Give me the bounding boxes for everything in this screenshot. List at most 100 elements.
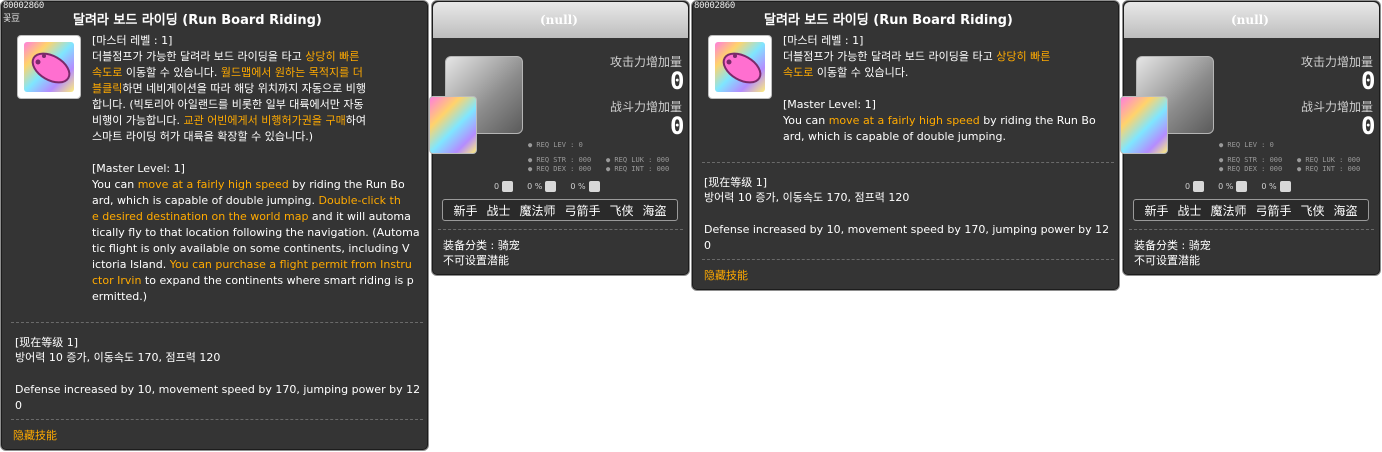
highlight-text: 블클릭 [92,82,123,95]
description-text: 스마트 라이딩 허가 대륙을 확장할 수 있습니다.) [92,130,314,143]
armor-icon [1236,181,1248,192]
description-text: 하면 네비게이션을 따라 해당 위치까지 자동으로 비행 [122,82,366,95]
highlight-text: 상당히 빠른 [996,50,1051,63]
equip-title: (null) [540,13,578,27]
skill-tooltip-1: 80002860 꽃豆 달려라 보드 라이딩 (Run Board Riding… [0,0,429,451]
req-int: ● REQ INT : 000 [1297,165,1361,173]
stat-icon-item: 0 % [1218,181,1248,192]
description-text: 더블점프가 가능한 달려라 보드 라이딩을 타고 [92,50,306,63]
highlight-text: Double-click th [318,194,401,207]
description-text: 합니다. (빅토리아 아일랜드를 비롯한 일부 대륙에서만 자동 [92,98,364,111]
skill-tooltip-2: 80002860 달려라 보드 라이딩 (Run Board Riding) [… [691,0,1120,291]
run-board-icon [24,42,74,92]
highlight-text: move at a fairly high speed [828,114,980,127]
job-beginner: 新手 [453,203,478,218]
highlight-text: e desired destination on the world map [92,210,309,223]
description-line: ermitted.) [92,289,422,305]
hidden-skill-label: 隐藏技能 [704,269,748,282]
description-line: tic flight is only available on some con… [92,241,422,257]
current-level-en-1: Defense increased by 10, movement speed … [15,383,421,396]
job-bar: 新手 战士 魔法师 弓箭手 飞侠 海盗 [442,199,678,221]
separator [1129,229,1374,230]
description-line: 더블점프가 가능한 달려라 보드 라이딩을 타고 상당히 빠른 [92,49,422,65]
highlight-text: You can purchase a flight permit from In… [169,258,412,271]
highlight-text: 속도로 [92,66,123,79]
current-level-kr: 방어력 10 증가, 이동속도 170, 점프력 120 [15,351,221,364]
attack-increase-value: 0 [670,67,685,95]
armor-icon [545,181,557,192]
equip-potential: 不可设置潜能 [443,254,509,267]
job-magician: 魔法师 [1210,203,1247,218]
job-archer: 弓箭手 [1255,203,1292,218]
run-board-overlay-icon [429,96,477,154]
hidden-skill-label: 隐藏技能 [13,429,57,442]
boot-icon [502,181,514,192]
current-level-en-2: 0 [15,399,22,412]
description-line: 더블점프가 가능한 달려라 보드 라이딩을 타고 상당히 빠른 [783,49,1113,65]
description-line: [Master Level: 1] [783,97,1113,113]
description-line: 스마트 라이딩 허가 대륙을 확장할 수 있습니다.) [92,129,422,145]
stat-icon-item: 0 [1185,181,1205,192]
highlight-text: 교관 어빈에게서 비행허가권을 구매 [183,114,346,127]
description-line: e desired destination on the world map a… [92,209,422,225]
description-line: ctor Irvin to expand the continents wher… [92,273,422,289]
power-increase-value: 0 [670,112,685,140]
equip-potential: 不可设置潜能 [1134,254,1200,267]
description-line: ard, which is capable of double jumping.… [92,193,422,209]
shield-icon [1279,181,1291,192]
req-luk: ● REQ LUK : 000 [1297,156,1361,164]
description-text: [마스터 레벨 : 1] [783,34,864,47]
req-dex: ● REQ DEX : 000 [1219,165,1283,173]
description-line: You can move at a fairly high speed by r… [92,177,422,193]
stat-icon-row: 0 0 % 0 % [1185,181,1291,192]
description-text: ermitted.) [92,290,148,303]
description-text: to expand the continents where smart rid… [141,274,414,287]
description-text: 이동할 수 있습니다. [813,66,909,79]
skill-id-label: 80002860 [3,1,44,11]
req-lev: ● REQ LEV : 0 [528,141,583,149]
description-text: ard, which is capable of double jumping. [783,130,1007,143]
description-line: 블클릭하면 네비게이션을 따라 해당 위치까지 자동으로 비행 [92,81,422,97]
separator [438,229,683,230]
job-pirate: 海盗 [642,203,667,218]
current-level-header: [现在等级 1] [704,176,768,189]
description-line [783,81,1113,97]
equip-category: 装备分类 : 骑宠 [1134,239,1211,252]
description-text: tic flight is only available on some con… [92,242,410,255]
req-lev: ● REQ LEV : 0 [1219,141,1274,149]
job-beginner: 新手 [1144,203,1169,218]
req-str: ● REQ STR : 000 [528,156,592,164]
highlight-text: 월드맵에서 원하는 목적지를 더 [220,66,363,79]
req-luk: ● REQ LUK : 000 [606,156,670,164]
job-magician: 魔法师 [519,203,556,218]
description-text: tically fly to that location following t… [92,226,420,239]
skill-title: 달려라 보드 라이딩 (Run Board Riding) [764,13,1013,28]
skill-description: [마스터 레벨 : 1] 더블점프가 가능한 달려라 보드 라이딩을 타고 상당히… [783,33,1113,145]
job-bar: 新手 战士 魔法师 弓箭手 飞侠 海盗 [1133,199,1369,221]
description-line: [Master Level: 1] [92,161,422,177]
current-level-en-1: Defense increased by 10, movement speed … [704,223,1110,236]
description-text: by riding the Run Bo [288,178,405,191]
description-text: 비행이 가능합니다. [92,114,184,127]
separator [702,162,1114,163]
highlight-text: 속도로 [783,66,814,79]
run-board-icon [715,42,765,92]
shield-icon [588,181,600,192]
description-line: [마스터 레벨 : 1] [92,33,422,49]
current-level-en-2: 0 [704,239,711,252]
skill-id-label: 80002860 [694,1,735,11]
stat-icon-item: 0 % [527,181,557,192]
boot-icon [1193,181,1205,192]
description-line: ictoria Island. You can purchase a fligh… [92,257,422,273]
description-text: [마스터 레벨 : 1] [92,34,173,47]
stat-icon-item: 0 % [1261,181,1291,192]
skill-icon [708,35,772,99]
description-text: 하여 [345,114,366,127]
job-thief: 飞侠 [1300,203,1325,218]
stat-icon-item: 0 % [570,181,600,192]
power-increase-value: 0 [1361,112,1376,140]
req-str: ● REQ STR : 000 [1219,156,1283,164]
description-text: 이동할 수 있습니다. [122,66,221,79]
description-text: [Master Level: 1] [92,162,185,175]
equip-title: (null) [1231,13,1269,27]
